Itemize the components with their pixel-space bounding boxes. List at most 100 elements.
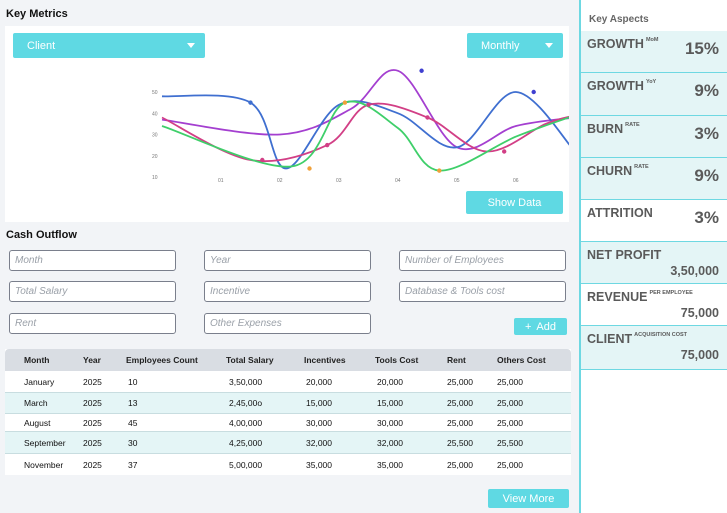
tools-cost-field[interactable]: Database & Tools cost [399,281,566,302]
table-header: Month Year Employees Count Total Salary … [5,349,571,371]
table-row[interactable]: August 2025 45 4,00,000 30,000 30,000 25,000 25… [5,414,571,431]
x-tick-label: 05 [454,178,460,184]
salary-field[interactable]: Total Salary [9,281,176,302]
cash-outflow-table: Month Year Employees Count Total Salary … [5,349,571,475]
metric-name-text: GROWTH [587,79,644,93]
metric-name: GROWTH YoY [587,79,656,93]
metric-value: 3% [694,124,719,143]
metric-value: 9% [694,166,719,185]
metric-value: 3% [694,208,719,227]
cell-others: 25,000 [497,398,523,408]
data-point-marker [425,115,430,120]
metric-value: 75,000 [680,348,719,362]
cell-month: March [24,398,48,408]
data-point-marker [260,157,265,163]
series-line-1 [161,69,569,151]
data-point-marker [437,168,442,173]
cell-salary: 4,25,000 [229,437,263,448]
data-point-marker [248,100,253,105]
add-button-label: Add [536,320,556,333]
main-panel: Key Metrics Client Monthly 10 20 30 40 50 01 0… [0,0,578,513]
metric-value: 75,000 [680,306,719,320]
chart-card: Client Monthly 102030405001020304050607 … [5,26,569,222]
cell-incentives: 15,000 [306,398,332,408]
x-tick-label: 03 [336,178,342,184]
metric-name: NET PROFIT [587,248,661,262]
y-tick-label: 30 [152,133,158,139]
add-button[interactable]: + Add [514,318,567,335]
cell-tools: 32,000 [377,437,403,448]
metric-name-text: REVENUE [587,290,648,304]
table-body: January 2025 10 3,50,000 20,000 20,000 25,000 2… [5,371,571,475]
metric-card: CLIENT ACQUISITION COST 75,000 [581,326,727,370]
month-field[interactable]: Month [9,250,176,271]
cell-salary: 4,00,000 [229,417,263,428]
series-line-4 [161,100,569,172]
table-row[interactable]: March 2025 13 2,45,00o 15,000 15,000 25,000 25,… [5,392,571,414]
cell-month: August [24,417,51,428]
metric-value: 3,50,000 [670,264,719,278]
y-tick-label: 40 [152,111,158,117]
data-point-marker [342,100,348,105]
data-point-marker [502,149,507,154]
header-salary: Total Salary [226,355,274,365]
cell-salary: 5,00,000 [229,459,263,470]
cell-year: 2025 [83,459,102,470]
x-tick-label: 04 [395,178,401,184]
table-row[interactable]: September 2025 30 4,25,000 32,000 32,000 25,50… [5,431,571,454]
cell-others: 25,500 [497,437,523,448]
table-row[interactable]: November 2025 37 5,00,000 35,000 35,000 25,000… [5,454,571,475]
table-row[interactable]: January 2025 10 3,50,000 20,000 20,000 25,000 2… [5,371,571,392]
cell-tools: 35,000 [377,459,403,470]
metric-qualifier: YoY [645,79,657,85]
metric-name: ATTRITION [587,206,653,220]
data-point-marker [307,166,312,171]
cell-employees: 45 [128,417,138,428]
data-point-marker [325,142,330,148]
metric-name: REVENUE PER EMPLOYEE [587,290,693,304]
show-data-button[interactable]: Show Data [466,191,563,214]
other-expenses-field[interactable]: Other Expenses [204,313,371,334]
metric-card: GROWTH MoM 15% [581,31,727,73]
year-field[interactable]: Year [204,250,371,271]
metric-card: NET PROFIT 3,50,000 [581,242,727,284]
employees-field[interactable]: Number of Employees [399,250,566,271]
incentive-field[interactable]: Incentive [204,281,371,302]
cell-incentives: 30,000 [306,417,332,428]
metric-name: BURN RATE [587,122,640,136]
cell-employees: 37 [128,459,138,470]
header-employees: Employees Count [126,355,198,365]
header-month: Month [24,355,50,365]
cell-month: January [24,376,55,387]
key-metrics-title: Key Metrics [6,8,68,20]
metric-qualifier: ACQUISITION COST [634,332,688,338]
data-point-marker [531,89,536,95]
cell-rent: 25,000 [447,376,473,387]
cell-year: 2025 [83,398,102,408]
x-tick-label: 01 [218,178,224,184]
x-tick-label: 02 [277,178,283,184]
metric-qualifier: MoM [645,37,659,43]
header-others: Others Cost [497,355,546,365]
cell-salary: 3,50,000 [229,376,263,387]
metric-name: CHURN RATE [587,164,649,178]
metric-card: GROWTH YoY 9% [581,73,727,116]
rent-field[interactable]: Rent [9,313,176,334]
cell-month: September [24,437,66,448]
x-tick-label: 06 [513,178,519,184]
view-more-button[interactable]: View More [488,489,569,508]
metric-name-text: NET PROFIT [587,248,662,262]
cell-incentives: 35,000 [306,459,332,470]
header-rent: Rent [447,355,466,365]
cell-rent: 25,000 [447,459,473,470]
metric-name-text: GROWTH [587,37,644,51]
data-point-marker [366,102,371,107]
metric-name: GROWTH MoM [587,37,658,51]
series-line-3 [161,102,569,162]
cell-rent: 25,000 [447,398,473,408]
metric-card: ATTRITION 3% [581,200,727,242]
metric-card: CHURN RATE 9% [581,158,727,200]
cell-salary: 2,45,00o [229,398,263,408]
cell-year: 2025 [83,376,102,387]
cell-others: 25,000 [497,459,523,470]
